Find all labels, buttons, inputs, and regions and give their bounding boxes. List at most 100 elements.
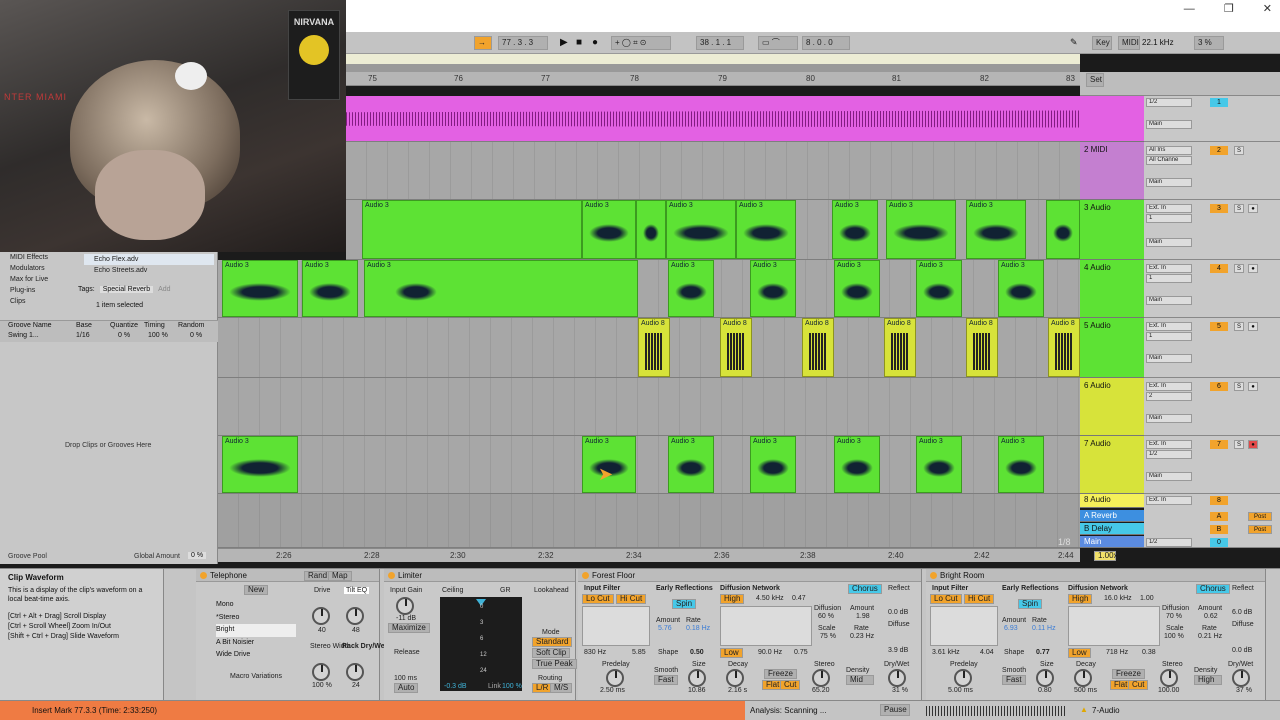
track-4-header[interactable]: 4 Audio [1080,260,1144,318]
low-gain-value[interactable]: 0.75 [794,649,808,656]
solo-button[interactable]: S [1234,322,1244,331]
diffusion-display[interactable] [720,606,812,646]
follow-button[interactable]: → [474,36,492,50]
file-item[interactable]: Echo Flex.adv [84,254,214,265]
clip[interactable]: Audio 3 [832,200,878,259]
arm-button[interactable]: ● [1248,264,1258,273]
input-select[interactable]: 1/2 [1146,98,1192,107]
device-title[interactable]: Limiter [384,569,575,582]
output-select[interactable]: Main [1146,414,1192,423]
close-icon[interactable]: ✕ [1263,3,1272,15]
track-number[interactable]: B [1210,525,1228,534]
track-3-lane[interactable]: Audio 3 Audio 3 Audio 3 Audio 3 Audio 3 … [346,200,1080,260]
diffusion-display[interactable] [1068,606,1160,646]
groove-name[interactable]: Swing 1... [8,332,39,339]
lo-cut-button[interactable]: Lo Cut [930,594,962,604]
stereo-width-knob[interactable] [312,663,330,681]
time-ruler[interactable]: 2:26 2:28 2:30 2:32 2:34 2:36 2:38 2:40 … [218,548,1080,562]
input-select[interactable]: All Ins [1146,146,1192,155]
channel-select[interactable]: All Channe [1146,156,1192,165]
clip[interactable]: Audio 3 [966,200,1026,259]
selected-track[interactable]: 7-Audio [1092,706,1120,715]
low-gain-value[interactable]: 0.38 [1142,649,1156,656]
chorus-rate-value[interactable]: 0.21 Hz [1198,633,1222,640]
clip[interactable]: Audio 3 [222,260,298,317]
file-item[interactable]: Echo Streets.adv [84,265,214,276]
device-title[interactable]: Forest Floor [578,569,921,582]
clip[interactable]: Audio 3 [668,436,714,493]
clip[interactable]: Audio 3 [666,200,736,259]
scroll-ruler[interactable] [346,54,1080,64]
track-7-lane[interactable]: Audio 3 Audio 3 Audio 3 Audio 3 Audio 3 … [218,436,1080,494]
high-shelf-button[interactable]: High [1068,594,1093,604]
track-1-header[interactable] [1080,96,1144,142]
return-b-header[interactable]: B Delay [1080,523,1144,535]
rate-value[interactable]: 0.11 Hz [1032,625,1056,632]
shape-value[interactable]: 0.50 [690,649,704,656]
channel-select[interactable]: 1/2 [1146,450,1192,459]
track-6-lane[interactable] [218,378,1080,436]
clip[interactable]: Audio 3 [736,200,796,259]
decay-knob[interactable] [1074,669,1092,687]
lo-cut-button[interactable]: Lo Cut [582,594,614,604]
reflect-value[interactable]: 6.0 dB [1232,609,1252,616]
chorus-amount-value[interactable]: 1.98 [856,613,870,620]
mode-standard-button[interactable]: Standard [532,637,573,647]
clip[interactable]: Audio 3 [916,260,962,317]
place-modulators[interactable]: Modulators [0,263,76,274]
solo-button[interactable]: S [1234,204,1244,213]
channel-select[interactable]: 1 [1146,214,1192,223]
global-amount-field[interactable]: 0 % [188,552,207,559]
variation-item[interactable]: Wide Drive [216,649,296,662]
tilt-eq-knob[interactable] [346,607,364,625]
track-number[interactable]: 6 [1210,382,1228,391]
track-number[interactable]: 0 [1210,538,1228,547]
solo-button[interactable]: S [1234,146,1244,155]
pause-button[interactable]: Pause [880,704,910,716]
loop-length-field[interactable]: 8 . 0 . 0 [802,36,850,50]
draw-mode-icon[interactable]: ✎ [1070,37,1078,48]
track-3-header[interactable]: 3 Audio [1080,200,1144,260]
loop-punch-buttons[interactable]: ▭ ⌒ [758,36,798,50]
rate-value[interactable]: 0.18 Hz [686,625,710,632]
clip[interactable]: Audio 3 [582,200,636,259]
output-select[interactable]: Main [1146,238,1192,247]
low-shelf-button[interactable]: Low [720,648,743,658]
key-map-button[interactable]: Key [1092,36,1112,50]
arm-button[interactable]: ● [1248,382,1258,391]
place-plug-ins[interactable]: Plug-ins [0,285,76,296]
chorus-rate-value[interactable]: 0.23 Hz [850,633,874,640]
diffusion-value[interactable]: 70 % [1166,613,1182,620]
variation-item[interactable]: Bright [216,624,296,637]
track-2-header[interactable]: 2 MIDI [1080,142,1144,200]
chorus-button[interactable]: Chorus [848,584,882,594]
spin-button[interactable]: Spin [1018,599,1043,609]
groove-quantize[interactable]: 0 % [118,332,130,339]
place-clips[interactable]: Clips [0,296,76,307]
clip[interactable]: Audio 3 [750,436,796,493]
clip[interactable]: Audio 3 [750,260,796,317]
clip[interactable]: Audio 8 [638,318,670,377]
clip[interactable] [636,200,666,259]
track-number[interactable]: A [1210,512,1228,521]
restore-icon[interactable]: ❐ [1224,3,1234,15]
track-6-header[interactable]: 6 Audio [1080,378,1144,436]
main-track-header[interactable]: Main [1080,536,1144,548]
stereo-knob[interactable] [812,669,830,687]
hi-cut-button[interactable]: Hi Cut [616,594,647,604]
groove-timing[interactable]: 100 % [148,332,168,339]
record-icon[interactable]: ● [592,37,598,48]
zoom-field[interactable]: 1.00x [1094,551,1118,561]
variation-item[interactable]: *Stereo [216,612,296,625]
track-2-lane[interactable] [346,142,1080,200]
track-4-lane[interactable]: Audio 3 Audio 3 Audio 3 Audio 3 Audio 3 … [218,260,1080,318]
input-select[interactable]: Ext. In [1146,264,1192,273]
dry-wet-knob[interactable] [888,669,906,687]
arm-button[interactable]: ● [1248,440,1258,449]
high-freq-value[interactable]: 4.50 kHz [756,595,784,602]
clip[interactable]: Audio 3 [886,200,956,259]
channel-select[interactable]: 2 [1146,392,1192,401]
chorus-button[interactable]: Chorus [1196,584,1230,594]
density-select[interactable]: High [1194,675,1222,685]
track-1-lane[interactable] [346,96,1080,142]
